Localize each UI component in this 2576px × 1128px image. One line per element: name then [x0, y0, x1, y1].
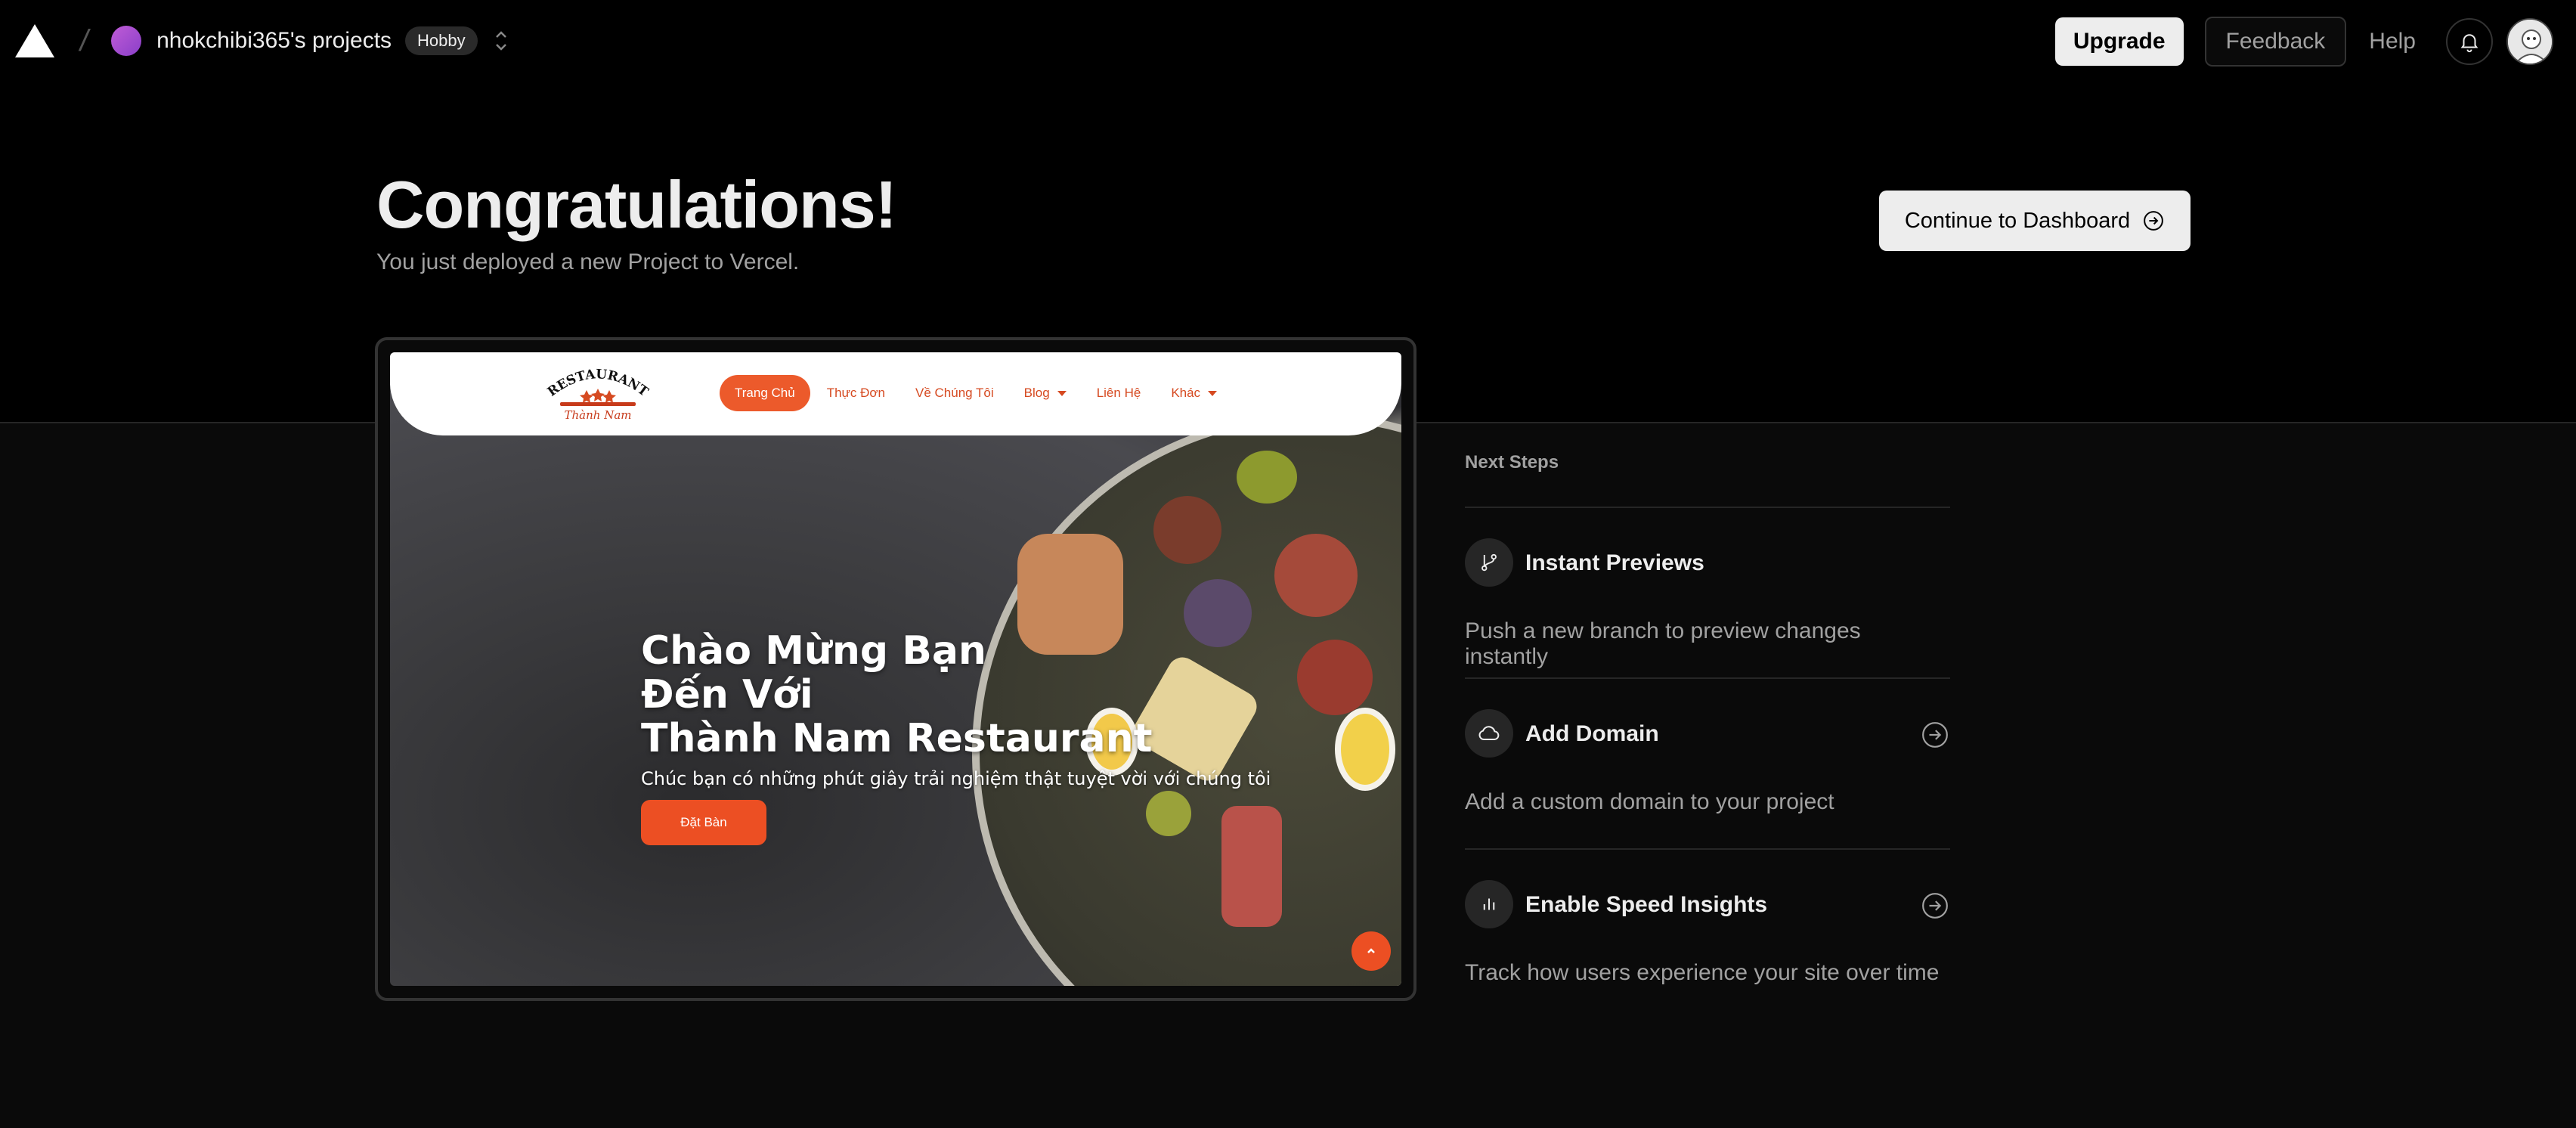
site-nav-item[interactable]: Liên Hệ [1097, 386, 1141, 401]
chevron-up-down-icon[interactable] [491, 26, 511, 56]
arrow-circle-right-icon[interactable] [1920, 891, 1950, 921]
user-avatar[interactable] [2506, 18, 2553, 65]
help-link[interactable]: Help [2369, 29, 2416, 54]
next-step-title: Instant Previews [1525, 550, 1704, 575]
upgrade-button[interactable]: Upgrade [2054, 17, 2184, 66]
fig-image [1153, 496, 1221, 564]
olive-image [1146, 791, 1191, 836]
page-title: Congratulations! [376, 167, 897, 242]
continue-label: Continue to Dashboard [1904, 208, 2131, 233]
headline-line: Đến Với [641, 672, 813, 717]
avatar-image-icon [2508, 20, 2552, 64]
vercel-logo-icon[interactable] [15, 24, 54, 57]
next-step-description: Track how users experience your site ove… [1465, 960, 1940, 985]
next-step-instant-previews[interactable]: Instant Previews Push a new branch to pr… [1465, 508, 1950, 679]
logo-text-bottom: Thành Nam [565, 408, 632, 422]
next-steps-panel: Next Steps Instant Previews Push a new b… [1465, 452, 1950, 1021]
feedback-button[interactable]: Feedback [2204, 17, 2347, 67]
site-nav-item[interactable]: Thực Đơn [827, 386, 885, 401]
site-headline: Chào Mừng Bạn Đến Với Thành Nam Restaura… [641, 629, 1152, 761]
top-right-actions: Upgrade Feedback Help [2054, 17, 2553, 67]
breadcrumb-separator: / [77, 23, 92, 57]
next-step-title: Add Domain [1525, 721, 1659, 746]
site-nav-label: Thực Đơn [826, 386, 886, 400]
deployment-preview: RESTAURANT Thành Nam Trang Chủ Thực Đơn Về… [390, 352, 1401, 986]
site-nav-item[interactable]: Blog [1024, 386, 1067, 401]
deployment-preview-frame[interactable]: RESTAURANT Thành Nam Trang Chủ Thực Đơn Về… [375, 337, 1416, 1001]
book-table-button[interactable]: Đặt Bàn [641, 800, 766, 845]
fig-image [1297, 640, 1373, 715]
site-nav-label: Khác [1171, 386, 1201, 400]
arrow-circle-right-icon [2144, 211, 2163, 231]
plan-badge: Hobby [405, 26, 478, 55]
team-avatar[interactable] [111, 26, 142, 56]
site-navbar: RESTAURANT Thành Nam Trang Chủ Thực Đơn Về… [390, 352, 1401, 435]
cloud-icon [1465, 709, 1513, 758]
next-steps-heading: Next Steps [1465, 452, 1950, 508]
arrow-circle-right-icon[interactable] [1920, 720, 1950, 750]
bell-icon [2460, 34, 2478, 53]
site-nav-item[interactable]: Trang Chủ [720, 375, 810, 411]
site-nav-item[interactable]: Về Chúng Tôi [915, 386, 994, 401]
headline-line: Chào Mừng Bạn [641, 628, 986, 674]
next-step-add-domain[interactable]: Add Domain Add a custom domain to your p… [1465, 679, 1950, 850]
git-branch-icon [1465, 538, 1513, 587]
bar-chart-icon [1465, 880, 1513, 928]
olive-image [1237, 451, 1297, 504]
headline-line: Thành Nam Restaurant [641, 716, 1153, 761]
caret-down-icon [1208, 390, 1218, 396]
site-nav-label: Về Chúng Tôi [915, 386, 994, 400]
page-subtitle: You just deployed a new Project to Verce… [376, 249, 800, 274]
site-nav-item[interactable]: Khác [1171, 386, 1218, 401]
chevron-up-icon [1367, 948, 1375, 953]
site-nav-label: Blog [1023, 386, 1050, 400]
scroll-to-top-button[interactable] [1351, 931, 1391, 971]
team-name[interactable]: nhokchibi365's projects [156, 28, 392, 54]
fig-image [1184, 579, 1252, 647]
prosciutto-image [1221, 806, 1282, 927]
notifications-button[interactable] [2446, 18, 2493, 65]
site-tagline: Chúc bạn có những phút giây trải nghiệm … [641, 768, 1271, 789]
site-nav-label: Liên Hệ [1096, 386, 1141, 400]
next-step-title: Enable Speed Insights [1525, 892, 1768, 917]
next-step-description: Add a custom domain to your project [1465, 789, 1834, 814]
continue-to-dashboard-button[interactable]: Continue to Dashboard [1879, 191, 2191, 251]
site-nav-label: Trang Chủ [735, 386, 795, 400]
fig-image [1274, 534, 1358, 617]
caret-down-icon [1057, 390, 1067, 396]
site-nav-items: Trang Chủ Thực Đơn Về Chúng Tôi Blog Liên Hệ… [720, 375, 1247, 411]
next-step-speed-insights[interactable]: Enable Speed Insights Track how users ex… [1465, 850, 1950, 1021]
egg-image [1335, 708, 1395, 791]
restaurant-logo[interactable]: RESTAURANT Thành Nam [541, 361, 655, 425]
next-step-description: Push a new branch to preview changes ins… [1465, 618, 1861, 669]
